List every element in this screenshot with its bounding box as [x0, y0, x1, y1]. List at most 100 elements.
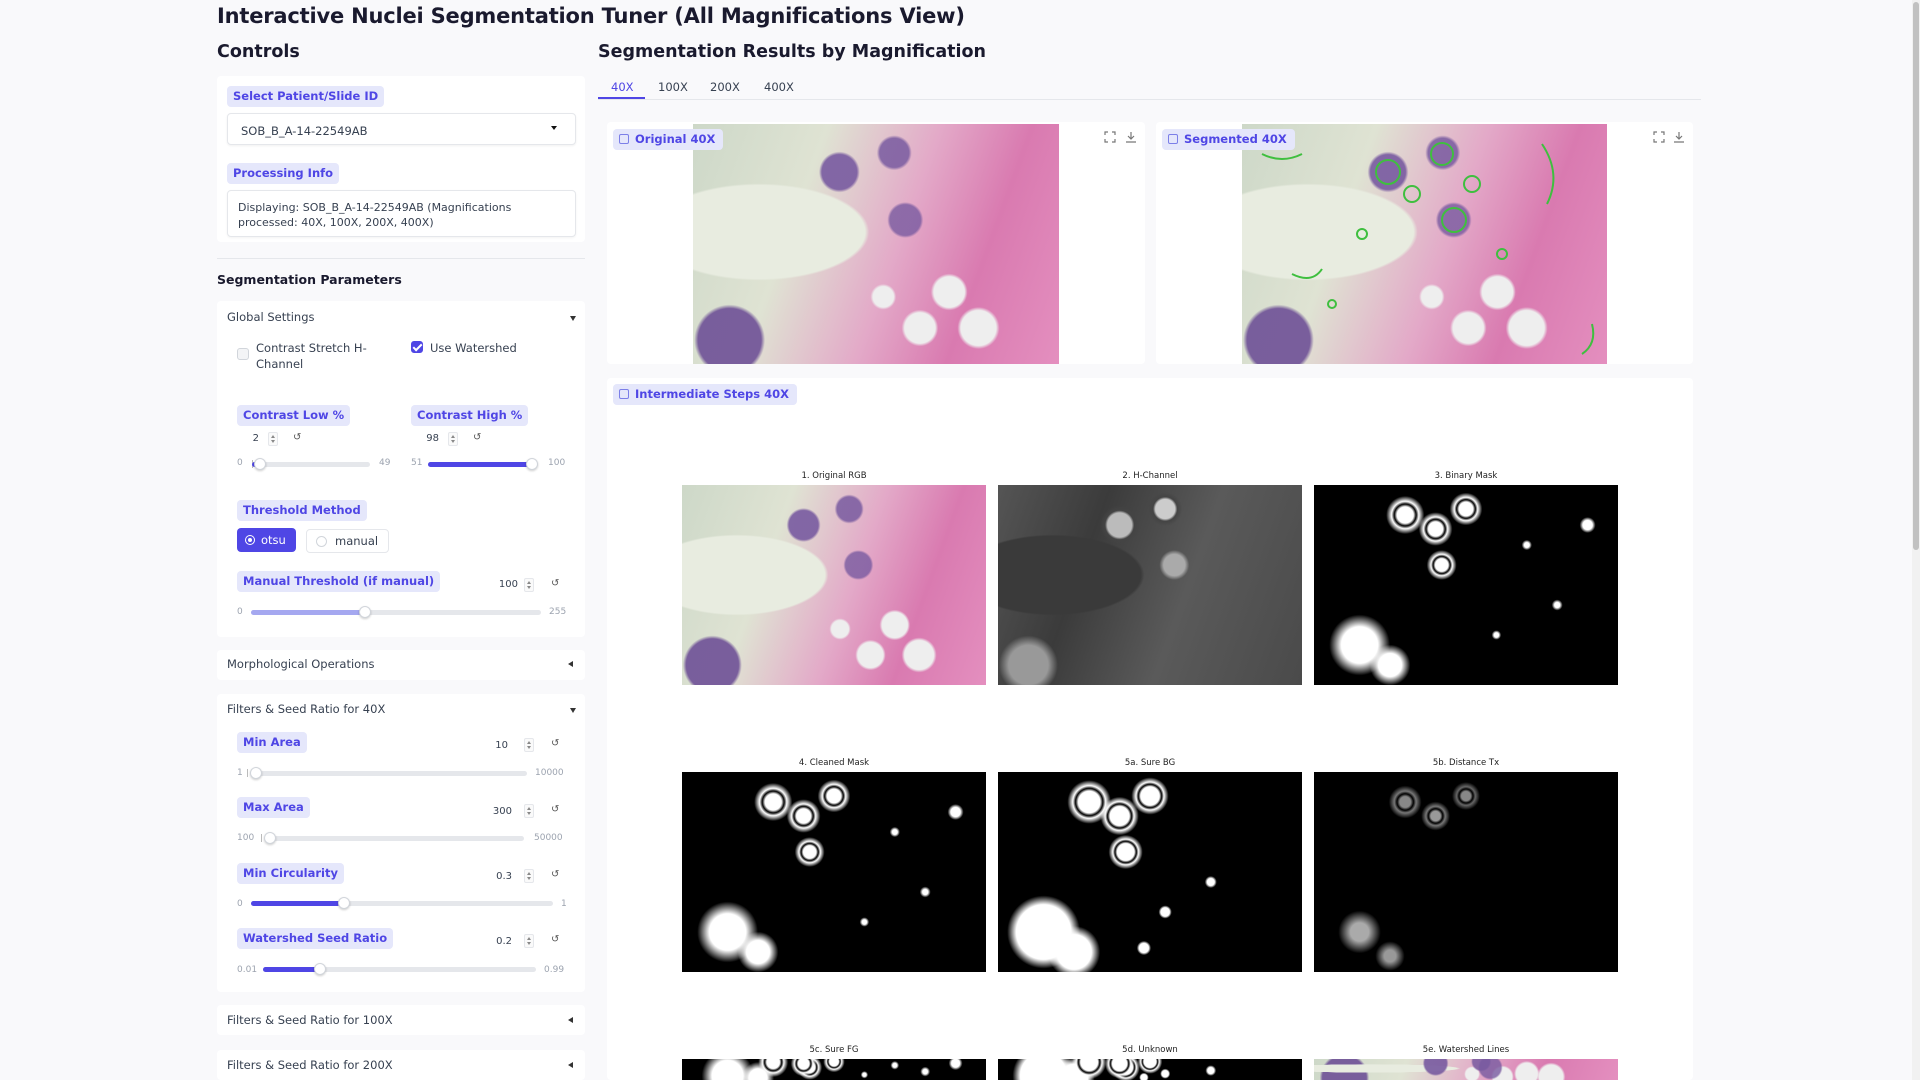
image-icon — [1168, 134, 1178, 144]
download-icon[interactable] — [1124, 130, 1138, 144]
image-icon — [619, 134, 629, 144]
step-image-unknown — [998, 1059, 1302, 1080]
contrast-stretch-checkbox[interactable] — [237, 348, 249, 360]
use-watershed-checkbox[interactable] — [411, 341, 423, 353]
fullscreen-icon[interactable] — [1103, 130, 1117, 144]
original-image-label: Original 40X — [613, 129, 724, 150]
max-area-slider-track[interactable] — [264, 836, 524, 841]
step-image-cleaned-mask — [682, 772, 986, 972]
step-image-watershed-lines — [1314, 1059, 1618, 1080]
min-circularity-stepper[interactable] — [524, 869, 534, 883]
manual-threshold-max: 255 — [549, 607, 567, 617]
contrast-high-label: Contrast High % — [411, 405, 529, 426]
min-area-label: Min Area — [237, 732, 307, 753]
divider — [217, 258, 585, 259]
app-title: Interactive Nuclei Segmentation Tuner (A… — [217, 4, 965, 28]
max-area-min: 100 — [237, 833, 255, 843]
patient-dropdown[interactable]: SOB_B_A-14-22549AB — [227, 113, 576, 145]
seed-ratio-label: Watershed Seed Ratio — [237, 928, 394, 949]
contrast-low-slider-thumb[interactable] — [254, 458, 266, 470]
reset-icon[interactable]: ↺ — [551, 934, 559, 945]
step-image-sure-fg — [682, 1059, 986, 1080]
min-area-stepper[interactable] — [524, 738, 534, 752]
use-watershed-label: Use Watershed — [430, 341, 517, 355]
min-circularity-slider-thumb[interactable] — [338, 897, 350, 909]
contrast-high-slider-thumb[interactable] — [526, 458, 538, 470]
manual-threshold-value[interactable]: 100 — [492, 579, 518, 590]
max-area-label: Max Area — [237, 797, 310, 818]
controls-heading: Controls — [217, 42, 300, 62]
contrast-low-stepper[interactable] — [268, 432, 278, 446]
patient-dropdown-value: SOB_B_A-14-22549AB — [241, 124, 368, 138]
results-heading: Segmentation Results by Magnification — [598, 42, 986, 62]
filters-100x-header[interactable]: Filters & Seed Ratio for 100X — [227, 1013, 393, 1027]
min-circularity-value[interactable]: 0.3 — [486, 871, 512, 882]
manual-threshold-slider-thumb[interactable] — [359, 606, 371, 618]
chevron-down-icon — [551, 126, 557, 130]
reset-icon[interactable]: ↺ — [551, 804, 559, 815]
min-area-max: 10000 — [535, 768, 564, 778]
filters-200x-header[interactable]: Filters & Seed Ratio for 200X — [227, 1058, 393, 1072]
fullscreen-icon[interactable] — [1652, 130, 1666, 144]
processing-info-label: Processing Info — [227, 163, 340, 184]
min-area-slider-thumb[interactable] — [250, 767, 262, 779]
segmented-image-label: Segmented 40X — [1162, 129, 1295, 150]
slider-tick — [261, 834, 262, 842]
max-area-value[interactable]: 300 — [486, 806, 512, 817]
tab-200x[interactable]: 200X — [710, 80, 740, 94]
morph-ops-header[interactable]: Morphological Operations — [227, 657, 374, 671]
step-image-distance-tx — [1314, 772, 1618, 972]
max-area-stepper[interactable] — [524, 804, 534, 818]
contrast-low-label: Contrast Low % — [237, 405, 351, 426]
step-title: 3. Binary Mask — [1434, 471, 1498, 481]
reset-icon[interactable]: ↺ — [473, 432, 481, 443]
threshold-otsu-radio[interactable]: otsu — [237, 528, 296, 552]
step-title: 1. Original RGB — [801, 471, 867, 481]
seed-ratio-stepper[interactable] — [524, 934, 534, 948]
contrast-low-value[interactable]: 2 — [240, 433, 259, 444]
max-area-slider-thumb[interactable] — [264, 832, 276, 844]
contrast-high-max: 100 — [548, 458, 566, 468]
params-heading: Segmentation Parameters — [217, 272, 402, 287]
seed-ratio-slider-thumb[interactable] — [314, 963, 326, 975]
tab-400x[interactable]: 400X — [764, 80, 794, 94]
step-title: 2. H-Channel — [1122, 471, 1178, 481]
scrollbar-thumb[interactable] — [1913, 2, 1919, 550]
contrast-high-value[interactable]: 98 — [414, 433, 439, 444]
threshold-manual-radio[interactable]: manual — [306, 529, 390, 553]
min-area-value[interactable]: 10 — [486, 740, 508, 751]
step-image-sure-bg — [998, 772, 1302, 972]
filters-40x-header[interactable]: Filters & Seed Ratio for 40X — [227, 702, 385, 716]
step-title: 4. Cleaned Mask — [798, 758, 870, 768]
contrast-low-min: 0 — [237, 458, 243, 468]
chart-icon — [619, 389, 629, 399]
patient-select-label: Select Patient/Slide ID — [227, 86, 385, 107]
reset-icon[interactable]: ↺ — [551, 578, 559, 589]
contrast-stretch-label: Contrast Stretch H-Channel — [256, 341, 367, 371]
segmented-image — [1242, 124, 1607, 364]
reset-icon[interactable]: ↺ — [293, 432, 301, 443]
seed-ratio-value[interactable]: 0.2 — [486, 936, 512, 947]
intermediate-steps-label: Intermediate Steps 40X — [613, 384, 797, 405]
contrast-low-slider-track[interactable] — [252, 462, 370, 467]
manual-threshold-slider-fill — [251, 610, 365, 615]
manual-threshold-stepper[interactable] — [524, 578, 534, 592]
tab-40x[interactable]: 40X — [611, 80, 634, 94]
min-circularity-min: 0 — [237, 899, 243, 909]
active-tab-indicator — [598, 97, 645, 99]
download-icon[interactable] — [1672, 130, 1686, 144]
reset-icon[interactable]: ↺ — [551, 869, 559, 880]
caret-down-icon — [570, 316, 576, 321]
step-title: 5e. Watershed Lines — [1422, 1045, 1510, 1055]
global-settings-header[interactable]: Global Settings — [227, 310, 315, 324]
caret-down-icon — [570, 708, 576, 713]
tab-100x[interactable]: 100X — [658, 80, 688, 94]
contrast-high-slider-fill — [428, 462, 531, 467]
tabs-divider — [598, 99, 1701, 100]
reset-icon[interactable]: ↺ — [551, 738, 559, 749]
manual-threshold-label: Manual Threshold (if manual) — [237, 571, 441, 592]
min-area-slider-track[interactable] — [251, 771, 527, 776]
min-circularity-max: 1 — [561, 899, 567, 909]
caret-left-icon — [568, 661, 573, 667]
contrast-high-stepper[interactable] — [448, 432, 458, 446]
